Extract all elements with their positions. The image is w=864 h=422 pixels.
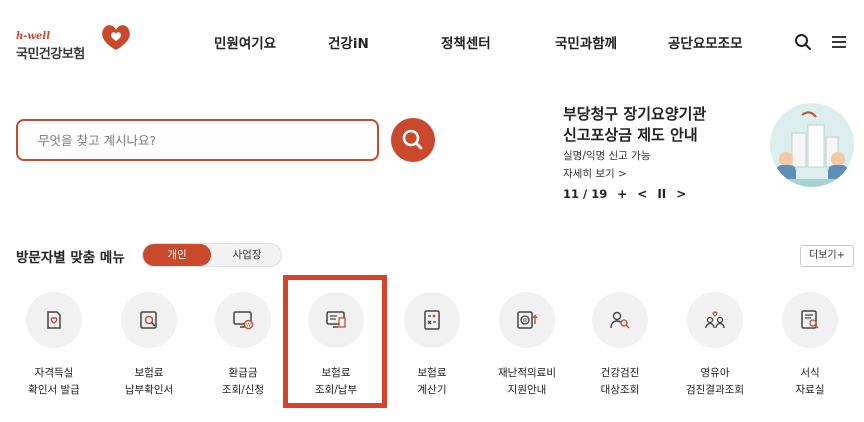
menu-icon-circle xyxy=(404,292,460,348)
logo-name: 국민건강보험 xyxy=(16,47,85,62)
nav-item-minwon[interactable]: 민원여기요 xyxy=(214,32,276,52)
menu-icon-circle xyxy=(687,292,743,348)
search-input[interactable] xyxy=(18,121,377,159)
menu-label: 환급금 조회/신청 xyxy=(221,367,265,396)
menu-label: 보험료 계산기 xyxy=(417,367,447,396)
banner-next-button[interactable]: > xyxy=(676,187,686,201)
menu-item-refund[interactable]: W 환급금 조회/신청 xyxy=(201,292,285,402)
menu-label: 보험료 납부확인서 xyxy=(124,367,174,396)
tab-personal[interactable]: 개인 xyxy=(143,244,211,266)
monitor-document-icon xyxy=(326,311,346,328)
calculator-icon xyxy=(424,310,440,330)
menu-icon[interactable] xyxy=(829,32,849,52)
nav-item-with-citizens[interactable]: 국민과함께 xyxy=(555,32,617,52)
monitor-won-icon: W xyxy=(233,311,254,330)
menu-icon-circle: W xyxy=(499,292,555,348)
menu-icon-circle xyxy=(121,292,177,348)
banner-subtitle: 실명/익명 신고 가능 xyxy=(563,150,651,162)
menu-item-forms-library[interactable]: 서식 자료실 xyxy=(768,292,852,402)
people-search-icon xyxy=(610,311,630,329)
search-button-icon xyxy=(402,129,423,150)
menu-label: 서식 자료실 xyxy=(795,367,825,396)
banner-title[interactable]: 부당청구 장기요양기관 신고포상금 제도 안내 xyxy=(563,104,773,146)
search-box xyxy=(16,119,379,161)
banner-title-line2: 신고포상금 제도 안내 xyxy=(563,126,698,144)
certificate-heart-icon xyxy=(47,311,61,329)
banner-title-line1: 부당청구 장기요양기관 xyxy=(563,105,707,123)
form-search-icon xyxy=(801,310,819,329)
menu-item-premium-calculator[interactable]: 보험료 계산기 xyxy=(390,292,474,402)
menu-item-premium-inquiry-payment[interactable]: 보험료 조회/납부 xyxy=(294,292,378,402)
menu-label: 영유아 검진결과조회 xyxy=(686,367,744,396)
visitor-type-toggle: 개인 사업장 xyxy=(142,243,282,267)
logo-hwell-text: h-well xyxy=(16,31,50,42)
nav-item-about[interactable]: 공단요모조모 xyxy=(668,32,743,52)
tab-business[interactable]: 사업장 xyxy=(213,244,281,266)
menu-item-qualification-certificate[interactable]: 자격득실 확인서 발급 xyxy=(12,292,96,402)
svg-text:W: W xyxy=(246,322,251,328)
banner-pause-button[interactable]: II xyxy=(657,187,666,201)
banner-add-button[interactable]: + xyxy=(617,187,627,201)
banner-controls: 11 / 19 + < II > xyxy=(563,186,686,202)
menu-label: 보험료 조회/납부 xyxy=(314,367,358,396)
visitor-menu-title: 방문자별 맞춤 메뉴 xyxy=(16,250,125,266)
logo[interactable]: h-well 국민건강보험 xyxy=(16,22,130,66)
more-button[interactable]: 더보기+ xyxy=(800,245,854,267)
search-icon[interactable] xyxy=(793,32,813,52)
children-heart-icon xyxy=(705,311,725,329)
menu-label: 재난적의료비 지원안내 xyxy=(498,367,556,396)
menu-icon-circle xyxy=(308,292,364,348)
menu-icon-circle xyxy=(26,292,82,348)
banner-page-indicator: 11 / 19 xyxy=(563,187,608,201)
menu-icon-circle xyxy=(782,292,838,348)
document-search-icon xyxy=(140,311,157,329)
banner-more-link[interactable]: 자세히 보기 > xyxy=(563,166,627,181)
banner-prev-button[interactable]: < xyxy=(637,187,647,201)
won-increase-icon: W xyxy=(517,311,538,329)
logo-heart-icon xyxy=(102,25,130,50)
menu-item-health-screening-target[interactable]: 건강검진 대상조회 xyxy=(578,292,662,402)
search-button[interactable] xyxy=(391,118,435,162)
svg-text:W: W xyxy=(523,318,528,324)
menu-label: 건강검진 대상조회 xyxy=(600,367,640,396)
menu-item-premium-payment-certificate[interactable]: 보험료 납부확인서 xyxy=(107,292,191,402)
banner-illustration xyxy=(770,103,854,187)
nav-item-health-in[interactable]: 건강iN xyxy=(328,32,369,52)
menu-icon-circle: W xyxy=(215,292,271,348)
menu-item-catastrophic-medical-support[interactable]: W 재난적의료비 지원안내 xyxy=(485,292,569,402)
nav-item-policy-center[interactable]: 정책센터 xyxy=(441,32,491,52)
menu-item-infant-checkup-results[interactable]: 영유아 검진결과조회 xyxy=(673,292,757,402)
menu-label: 자격득실 확인서 발급 xyxy=(28,367,80,396)
menu-icon-circle xyxy=(592,292,648,348)
